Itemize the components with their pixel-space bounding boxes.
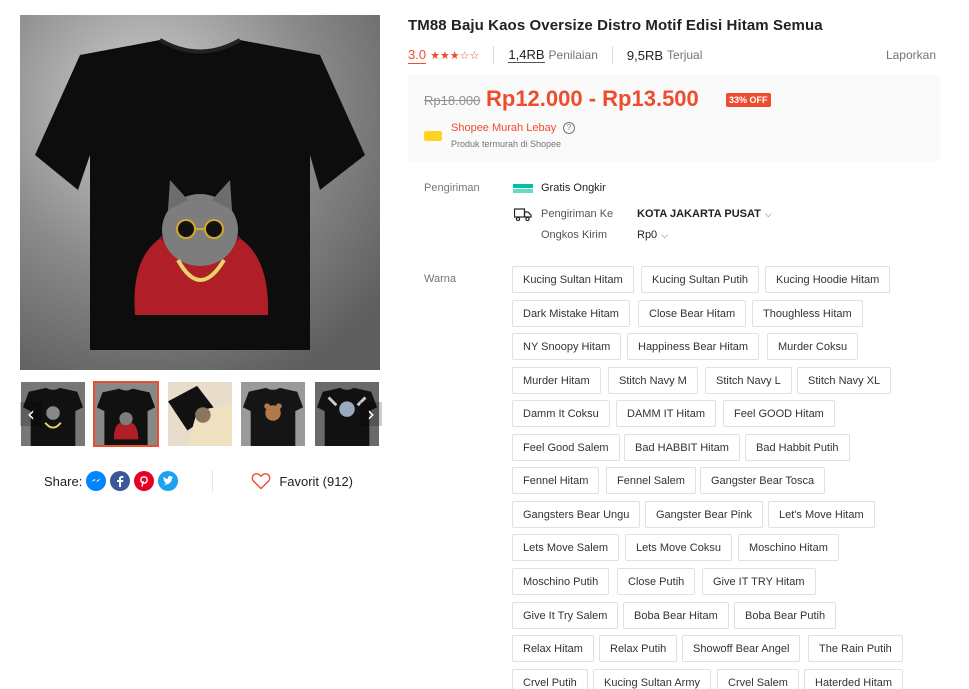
variant-option[interactable]: Thoughless Hitam [752, 300, 863, 327]
variant-option[interactable]: Kucing Sultan Putih [641, 266, 760, 293]
variant-option[interactable]: NY Snoopy Hitam [512, 333, 622, 360]
chevron-down-icon: ⌵ [661, 231, 669, 241]
variant-option[interactable]: Gangster Bear Tosca [700, 467, 826, 494]
favorite-button[interactable]: Favorit (912) [251, 472, 353, 490]
variant-option[interactable]: Relax Hitam [512, 635, 594, 662]
rating-value[interactable]: 3.0 [408, 47, 427, 64]
original-price: Rp18.000 [424, 93, 481, 108]
variant-option[interactable]: Crvel Salem [717, 669, 799, 689]
variant-option[interactable]: Give IT TRY Hitam [702, 568, 816, 595]
variant-option[interactable]: Feel Good Salem [512, 434, 620, 461]
murah-lebay-subtitle: Produk termurah di Shopee [451, 139, 562, 149]
star-rating-icon: ★★★☆☆ [430, 48, 480, 62]
variant-option[interactable]: Close Bear Hitam [638, 300, 747, 327]
variant-option[interactable]: Give It Try Salem [512, 602, 619, 629]
variant-option[interactable]: Dark Mistake Hitam [512, 300, 630, 327]
help-icon[interactable]: ? [563, 122, 575, 134]
share-label: Share: [44, 473, 83, 489]
variant-option[interactable]: Kucing Sultan Army [593, 669, 711, 689]
murah-lebay-title[interactable]: Shopee Murah Lebay [451, 122, 556, 134]
twitter-icon[interactable] [158, 471, 179, 491]
current-price: Rp12.000 - Rp13.500 [486, 86, 699, 111]
chevron-down-icon: ⌵ [764, 210, 772, 220]
facebook-icon[interactable] [110, 471, 131, 491]
product-title: TM88 Baju Kaos Oversize Distro Motif Edi… [408, 17, 823, 34]
heart-icon [251, 473, 271, 490]
variant-option[interactable]: Damm It Coksu [512, 400, 610, 427]
product-stats: 3.0 ★★★☆☆ 1,4RB Penilaian 9,5RB Terjual … [408, 46, 936, 64]
variant-option[interactable]: Murder Hitam [512, 367, 601, 394]
variant-option[interactable]: Close Putih [617, 568, 696, 595]
reviews-label: Penilaian [548, 48, 598, 62]
variant-option[interactable]: Crvel Putih [512, 669, 588, 689]
variant-option[interactable]: Let's Move Hitam [768, 501, 875, 528]
free-shipping-icon [513, 184, 533, 193]
discount-badge: 33% OFF [726, 93, 771, 107]
shipping-label: Pengiriman [424, 182, 480, 194]
variant-option[interactable]: Lets Move Salem [512, 534, 619, 561]
variant-option[interactable]: DAMM IT Hitam [616, 400, 717, 427]
stat-divider [493, 46, 495, 64]
price-section: Rp18.000 Rp12.000 - Rp13.500 33% OFF Sho… [408, 75, 940, 161]
favorite-label: Favorit (912) [279, 473, 354, 489]
variant-option[interactable]: Stitch Navy XL [797, 367, 892, 394]
variant-option[interactable]: Showoff Bear Angel [682, 635, 801, 662]
shipping-cost-label: Ongkos Kirim [541, 229, 608, 241]
report-link[interactable]: Laporkan [886, 48, 936, 62]
gallery-next-arrow[interactable]: › [360, 402, 382, 426]
variant-option[interactable]: Murder Coksu [767, 333, 859, 360]
thumbnail-3[interactable] [167, 381, 233, 447]
variant-option[interactable]: Stitch Navy M [608, 367, 698, 394]
free-shipping-label: Gratis Ongkir [541, 182, 606, 194]
ship-to-dropdown[interactable]: KOTA JAKARTA PUSAT ⌵ [637, 208, 772, 220]
variant-option[interactable]: Kucing Sultan Hitam [512, 266, 634, 293]
variant-option[interactable]: Fennel Salem [606, 467, 696, 494]
ship-to-label: Pengiriman Ke [541, 208, 614, 220]
reviews-count[interactable]: 1,4RB [508, 47, 545, 63]
messenger-icon[interactable] [86, 471, 107, 491]
variant-option[interactable]: Bad HABBIT Hitam [624, 434, 740, 461]
variant-option[interactable]: Moschino Putih [512, 568, 610, 595]
variant-option[interactable]: Happiness Bear Hitam [627, 333, 760, 360]
ship-to-value: KOTA JAKARTA PUSAT [637, 208, 761, 220]
share-row: Share: Favorit (912) [20, 468, 380, 494]
main-product-image[interactable] [20, 15, 380, 370]
thumbnail-4[interactable] [240, 381, 306, 447]
variant-option[interactable]: Feel GOOD Hitam [723, 400, 835, 427]
variant-option[interactable]: Moschino Hitam [738, 534, 839, 561]
sold-count: 9,5RB [626, 47, 664, 63]
variant-option[interactable]: Haterded Hitam [804, 669, 904, 689]
variant-option[interactable]: Kucing Hoodie Hitam [765, 266, 891, 293]
variant-option[interactable]: Bad Habbit Putih [745, 434, 850, 461]
gallery-prev-arrow[interactable]: ‹ [20, 402, 42, 426]
variant-option[interactable]: Relax Putih [599, 635, 678, 662]
shipping-cost-value: Rp0 [637, 229, 658, 241]
shipping-cost-dropdown[interactable]: Rp0 ⌵ [637, 229, 668, 241]
variant-option[interactable]: Fennel Hitam [512, 467, 600, 494]
stat-divider [611, 46, 613, 64]
variant-option[interactable]: Gangsters Bear Ungu [512, 501, 641, 528]
thumbnail-2[interactable] [93, 381, 159, 447]
thumbnail-gallery: ‹ › [20, 381, 382, 447]
variant-option[interactable]: Boba Bear Hitam [623, 602, 729, 629]
sold-label: Terjual [667, 48, 703, 62]
variant-option[interactable]: Lets Move Coksu [625, 534, 732, 561]
variant-option[interactable]: Boba Bear Putih [734, 602, 837, 629]
variant-option[interactable]: Stitch Navy L [705, 367, 792, 394]
variant-label: Warna [424, 273, 456, 285]
truck-icon [514, 208, 532, 221]
variant-option[interactable]: Gangster Bear Pink [645, 501, 763, 528]
pinterest-icon[interactable] [134, 471, 155, 491]
share-divider [212, 470, 214, 492]
variant-option[interactable]: The Rain Putih [808, 635, 903, 662]
murah-lebay-logo-icon [424, 131, 442, 141]
tshirt-cat-image [20, 15, 380, 370]
